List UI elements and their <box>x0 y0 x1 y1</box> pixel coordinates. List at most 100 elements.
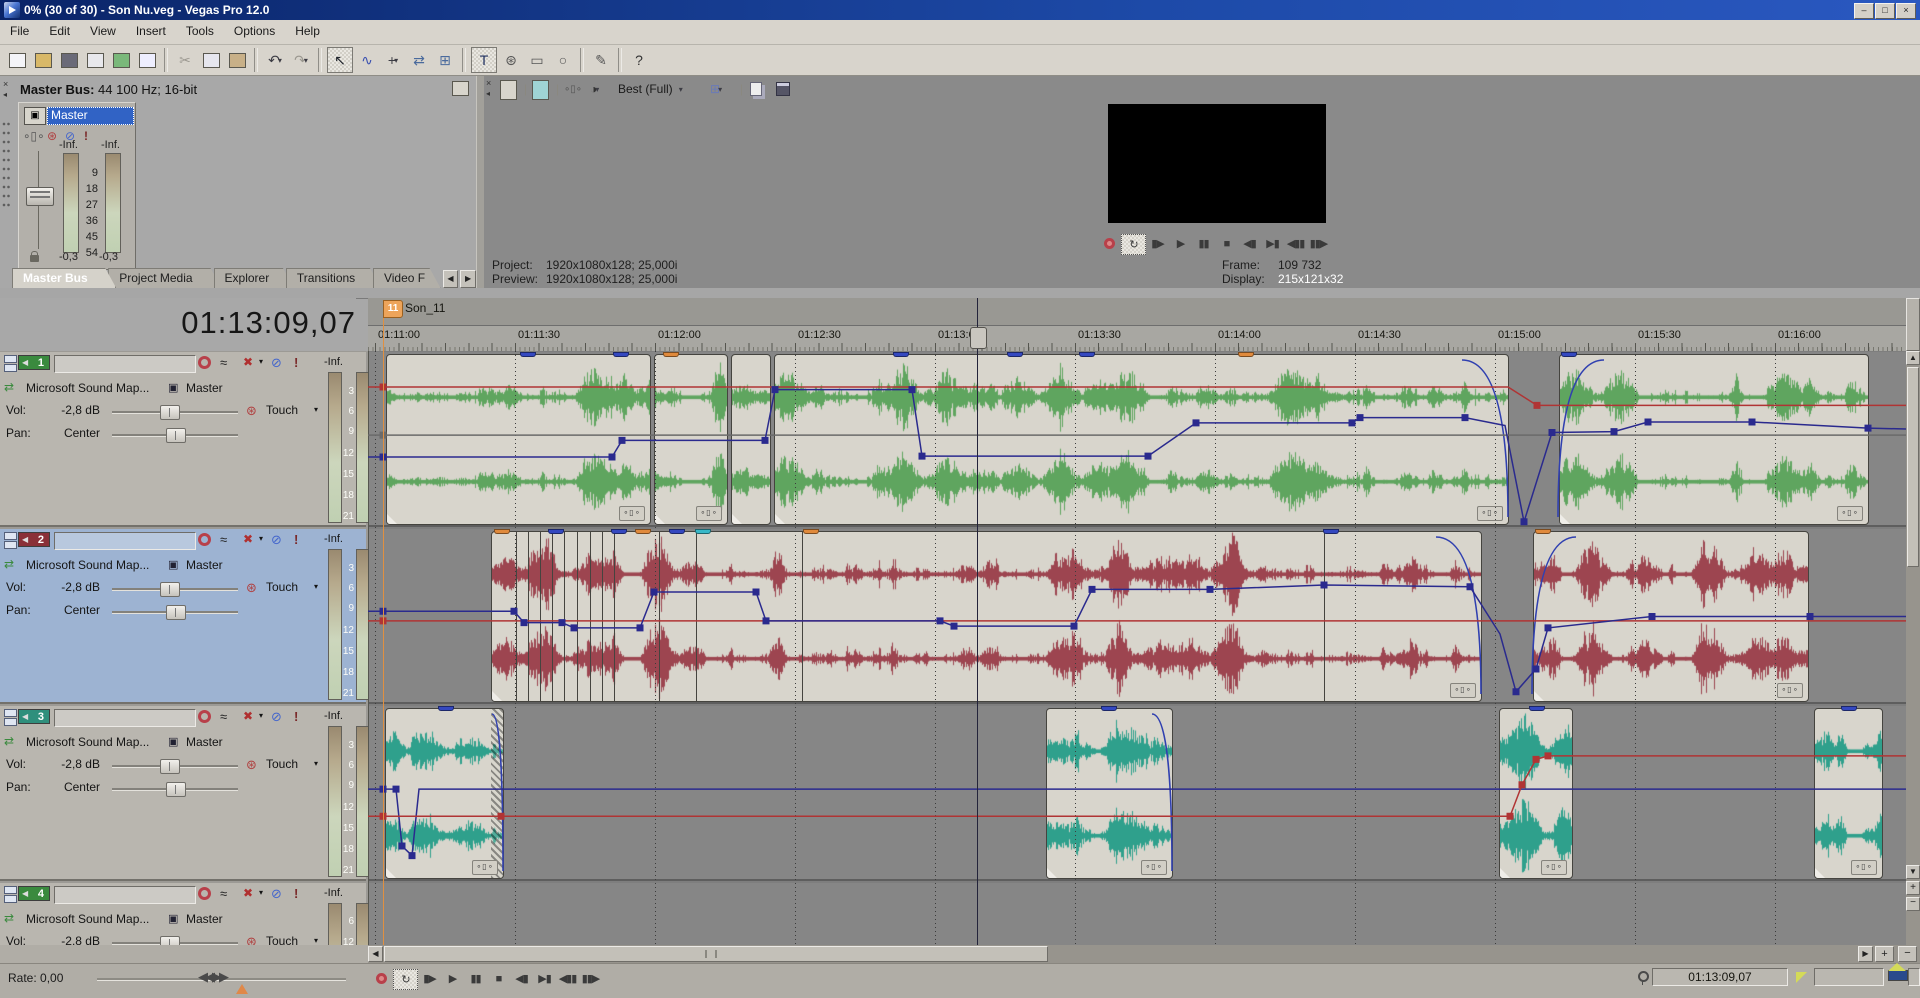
volume-slider-thumb[interactable] <box>160 759 180 774</box>
track-device-label[interactable]: Microsoft Sound Map... <box>26 735 149 749</box>
track-device-label[interactable]: Microsoft Sound Map... <box>26 381 149 395</box>
track-routing-icon[interactable]: ⇄ <box>4 911 14 925</box>
mute-icon[interactable]: ⊘ <box>271 886 282 902</box>
shuttle-slider-thumb[interactable]: ◀◀▶▶ <box>198 969 226 985</box>
event-fx-handle[interactable]: ∘▯∘ <box>1851 860 1877 875</box>
event-fx-handle[interactable]: ∘▯∘ <box>1141 860 1167 875</box>
fx-bypass-dropdown-icon[interactable]: ▾ <box>259 534 263 543</box>
stop-button[interactable]: ■ <box>1215 234 1238 253</box>
pan-slider-thumb[interactable] <box>166 428 186 443</box>
volume-slider-thumb[interactable] <box>160 405 180 420</box>
split-screen-view-icon[interactable]: ◑▾ <box>590 80 599 98</box>
pan-value[interactable]: Center <box>44 780 100 794</box>
playhead-cursor-handle[interactable] <box>970 327 987 349</box>
fx-bypass-icon[interactable]: ✖ <box>243 709 253 723</box>
cut-button[interactable]: ✂ <box>173 48 197 72</box>
automation-mode-label[interactable]: Touch <box>266 403 298 417</box>
lock-envelopes-button[interactable]: ⊞ <box>433 48 457 72</box>
event-fx-handle[interactable]: ∘▯∘ <box>1837 506 1863 521</box>
render-as-button[interactable] <box>109 48 133 72</box>
event-fade-tab[interactable] <box>494 529 510 534</box>
event-fade-tab[interactable] <box>1238 352 1254 357</box>
pause-button[interactable]: ▮▮ <box>464 969 487 988</box>
whats-this-help-button[interactable]: ? <box>627 48 651 72</box>
dock-pin-icon[interactable]: ◂ <box>3 90 7 99</box>
track-collapse-buttons[interactable] <box>4 709 16 725</box>
fx-bypass-dropdown-icon[interactable]: ▾ <box>259 711 263 720</box>
dock-close-icon[interactable]: × <box>3 79 8 89</box>
ruler-corner-button[interactable] <box>1906 298 1920 351</box>
volume-value[interactable]: -2,8 dB <box>44 403 100 417</box>
selection-edit-tool-button[interactable]: +▾ <box>381 48 405 72</box>
next-frame-button[interactable]: ▮▮▶ <box>579 969 602 988</box>
play-from-start-button[interactable]: ▮▶ <box>418 969 441 988</box>
pan-slider-thumb[interactable] <box>166 605 186 620</box>
track-device-label[interactable]: Microsoft Sound Map... <box>26 912 149 926</box>
track-name-field[interactable] <box>54 886 196 904</box>
menu-edit[interactable]: Edit <box>39 20 80 42</box>
automation-mode-label[interactable]: Touch <box>266 934 298 945</box>
volume-slider-thumb[interactable] <box>160 582 180 597</box>
volume-value[interactable]: -2.8 dB <box>44 934 100 945</box>
event-fade-tab[interactable] <box>611 529 627 534</box>
track-lane-3[interactable]: ∘▯∘∘▯∘∘▯∘∘▯∘ <box>369 706 1907 881</box>
tab-scroll-right[interactable]: ▶ <box>460 270 476 288</box>
tab-scroll-left[interactable]: ◀ <box>443 270 459 288</box>
event-fade-tab[interactable] <box>438 706 454 711</box>
audio-event[interactable]: ∘▯∘ <box>1559 354 1869 525</box>
track-routing-icon[interactable]: ⇄ <box>4 734 14 748</box>
event-fade-tab[interactable] <box>1323 529 1339 534</box>
tab-project-media[interactable]: Project Media <box>108 268 221 288</box>
pan-value[interactable]: Center <box>44 426 100 440</box>
event-fade-tab[interactable] <box>893 352 909 357</box>
audio-event[interactable]: ∘▯∘ <box>654 354 728 525</box>
solo-icon[interactable]: ! <box>294 532 298 547</box>
audio-event[interactable]: ∘▯∘ <box>385 708 504 879</box>
event-fade-tab[interactable] <box>520 352 536 357</box>
save-snapshot-icon[interactable] <box>776 80 790 98</box>
event-fade-tab[interactable] <box>1101 706 1117 711</box>
track-name-field[interactable] <box>54 532 196 550</box>
bus-assign-button[interactable]: ▣ <box>168 735 178 748</box>
menu-file[interactable]: File <box>0 20 39 42</box>
track-number-badge[interactable]: 2 <box>18 532 50 547</box>
automation-dropdown-icon[interactable]: ▾ <box>314 936 318 945</box>
tab-video-f[interactable]: Video F <box>373 268 441 288</box>
event-fade-tab[interactable] <box>1561 352 1577 357</box>
video-output-fx-icon[interactable]: ∘▯∘ <box>564 80 582 98</box>
automation-gear-icon[interactable]: ⊛ <box>246 934 257 945</box>
volume-slider-thumb[interactable] <box>160 936 180 945</box>
track-header-2[interactable]: 2≈✖▾⊘!-Inf.⇄Microsoft Sound Map...▣Maste… <box>0 529 366 704</box>
collapse-button[interactable] <box>4 709 17 717</box>
master-peak-right[interactable]: -0,3 <box>99 251 118 263</box>
loop-playback-button[interactable]: ↻ <box>393 969 418 990</box>
event-fade-tab[interactable] <box>1841 706 1857 711</box>
collapse-button[interactable] <box>4 355 17 363</box>
event-fx-handle[interactable]: ∘▯∘ <box>619 506 645 521</box>
go-to-start-button[interactable]: ◀▮ <box>510 969 533 988</box>
menu-options[interactable]: Options <box>224 20 285 42</box>
automation-mode-label[interactable]: Touch <box>266 580 298 594</box>
zoom-out-time-button[interactable]: − <box>1898 946 1917 962</box>
panel-menu-icon[interactable] <box>452 81 469 96</box>
zoom-out-track-button[interactable]: − <box>1906 897 1920 911</box>
auto-ripple-button[interactable]: ⇄ <box>407 48 431 72</box>
collapse-button[interactable] <box>4 895 17 903</box>
vscroll-thumb[interactable] <box>1907 367 1919 567</box>
play-button[interactable]: ▶ <box>1169 234 1192 253</box>
menu-tools[interactable]: Tools <box>176 20 224 42</box>
zoom-in-track-button[interactable]: + <box>1906 881 1920 895</box>
track-envelope-icon[interactable]: ≈ <box>220 532 227 547</box>
selection-edit-tool-dropdown-icon[interactable]: ▾ <box>394 56 398 65</box>
marker-bar[interactable] <box>368 298 1906 326</box>
track-bus-label[interactable]: Master <box>186 558 223 572</box>
scroll-down-button[interactable]: ▼ <box>1906 865 1920 879</box>
event-fade-tab[interactable] <box>695 529 711 534</box>
audio-event[interactable]: ∘▯∘ <box>1046 708 1173 879</box>
next-frame-button[interactable]: ▮▮▶ <box>1307 234 1330 253</box>
bus-assign-button[interactable]: ▣ <box>168 558 178 571</box>
record-button[interactable] <box>1098 234 1121 253</box>
pan-slider-thumb[interactable] <box>166 782 186 797</box>
record-arm-icon[interactable] <box>198 356 211 369</box>
volume-value[interactable]: -2,8 dB <box>44 580 100 594</box>
